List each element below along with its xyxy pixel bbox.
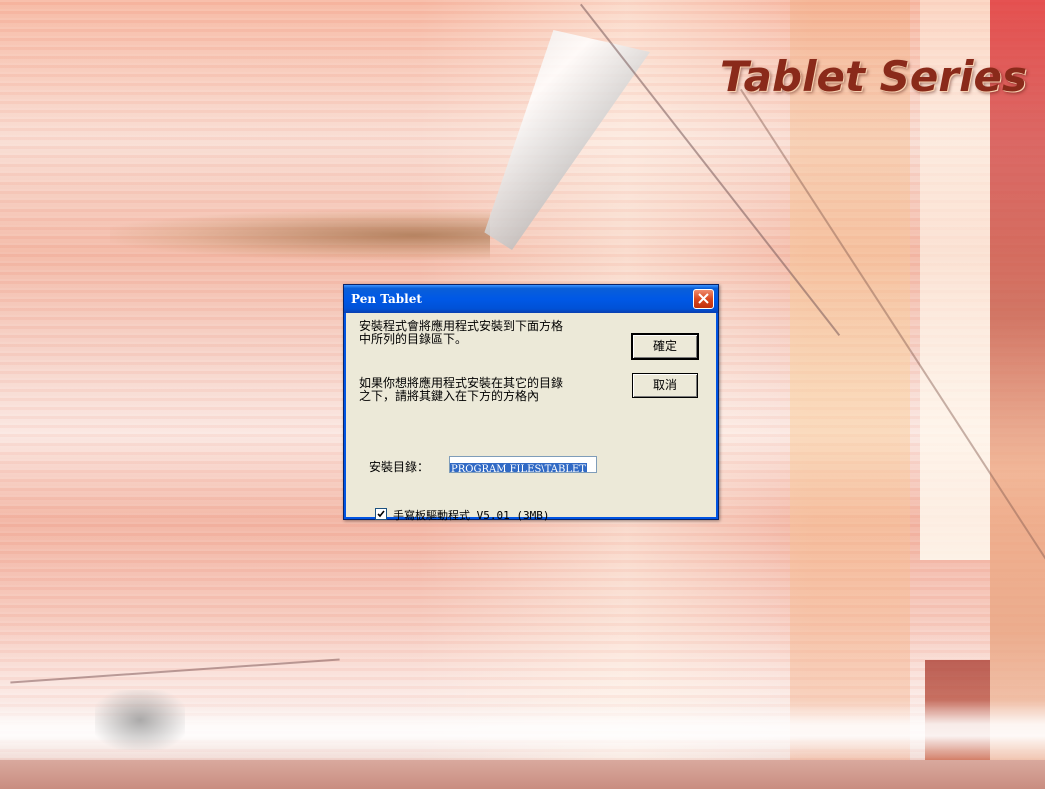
close-button[interactable] xyxy=(693,289,714,309)
dialog-titlebar[interactable]: Pen Tablet xyxy=(344,285,718,313)
install-message-line-1: 安裝程式會將應用程式安裝到下面方格 xyxy=(359,319,564,333)
install-message-line-2: 中所列的目錄區下。 xyxy=(359,332,468,346)
pen-stroke-image xyxy=(110,210,490,260)
tablet-series-logo: Tablet Series xyxy=(720,52,1027,101)
change-dir-message: 如果你想將應用程式安裝在其它的目錄 之下，請將其鍵入在下方的方格內 xyxy=(359,377,563,403)
install-message: 安裝程式會將應用程式安裝到下面方格 中所列的目錄區下。 xyxy=(359,320,563,346)
install-dir-value: PROGRAM FILES\TABLET xyxy=(450,463,587,472)
decor-band xyxy=(0,760,1045,789)
pen-tablet-dialog: Pen Tablet 安裝程式會將應用程式安裝到下面方格 中所列的目錄區下。 確… xyxy=(343,284,719,522)
installer-background: Tablet Series Pen Tablet 安裝程式會將應用程式安裝到下面… xyxy=(0,0,1045,789)
pen-tip-image xyxy=(95,690,185,750)
dialog-title: Pen Tablet xyxy=(351,292,422,306)
dialog-body: 安裝程式會將應用程式安裝到下面方格 中所列的目錄區下。 確定 如果你想將應用程式… xyxy=(347,313,715,522)
install-dir-input[interactable]: PROGRAM FILES\TABLET xyxy=(449,456,597,473)
change-dir-message-line-2: 之下，請將其鍵入在下方的方格內 xyxy=(359,389,540,403)
change-dir-message-line-1: 如果你想將應用程式安裝在其它的目錄 xyxy=(359,376,564,390)
decor-band xyxy=(790,0,910,789)
cancel-button[interactable]: 取消 xyxy=(632,373,698,398)
checkmark-icon xyxy=(377,510,385,518)
driver-checkbox-label: 手寫板驅動程式 V5.01 (3MB) xyxy=(393,509,550,522)
decor-band xyxy=(990,0,1045,789)
install-dir-label: 安裝目錄： xyxy=(369,460,430,474)
close-icon xyxy=(698,293,709,304)
ok-button[interactable]: 確定 xyxy=(632,334,698,359)
driver-checkbox[interactable] xyxy=(375,508,387,520)
